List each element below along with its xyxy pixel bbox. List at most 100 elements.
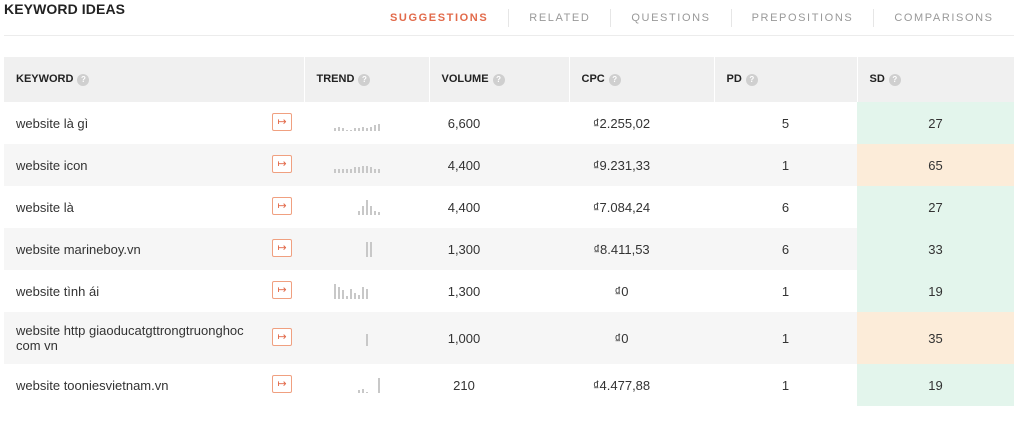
trend-bar [350, 256, 352, 257]
help-icon[interactable]: ? [77, 73, 90, 86]
sd-cell: 27 [857, 186, 1014, 228]
goto-arrow-icon[interactable]: ↦ [272, 113, 292, 131]
pd-cell: 5 [781, 115, 790, 131]
help-icon[interactable]: ? [492, 73, 505, 86]
goto-arrow-icon[interactable]: ↦ [272, 197, 292, 215]
keyword-table: KEYWORD? TREND? VOLUME? CPC? PD? SD? web… [4, 57, 1015, 406]
tab-comparisons[interactable]: COMPARISONS [873, 9, 1013, 27]
pd-cell: 1 [781, 330, 790, 346]
tab-questions[interactable]: QUESTIONS [610, 9, 730, 27]
help-icon[interactable]: ? [608, 73, 621, 86]
trend-bar [346, 392, 348, 393]
trend-bar [354, 128, 356, 131]
help-icon[interactable]: ? [888, 73, 901, 86]
trend-bar [342, 256, 344, 257]
trend-bar [374, 125, 376, 131]
trend-cell [304, 364, 429, 406]
sd-cell: 19 [857, 364, 1014, 406]
cpc-cell: ₫4.477,88 [592, 377, 651, 393]
trend-bar [350, 345, 352, 346]
trend-bar [342, 128, 344, 131]
trend-bar [370, 206, 372, 215]
keyword-link[interactable]: website là gì [16, 116, 266, 131]
trend-bar [366, 165, 368, 173]
sd-cell: 19 [857, 270, 1014, 312]
tab-related[interactable]: RELATED [508, 9, 610, 27]
volume-cell: 4,400 [447, 199, 481, 215]
column-volume[interactable]: VOLUME? [429, 57, 570, 102]
trend-cell [304, 228, 429, 270]
trend-bar [358, 210, 360, 215]
keyword-cell: website tình ái ↦ [4, 270, 304, 312]
trend-bar [334, 284, 336, 299]
volume-cell: 4,400 [447, 157, 481, 173]
goto-arrow-icon[interactable]: ↦ [272, 281, 292, 299]
keyword-cell: website marineboy.vn ↦ [4, 228, 304, 270]
trend-bar [338, 256, 340, 257]
trend-bar [338, 345, 340, 346]
trend-cell [304, 102, 429, 144]
trend-sparkline [334, 115, 429, 131]
trend-bar [338, 214, 340, 215]
trend-bar [346, 129, 348, 131]
trend-bar [374, 256, 376, 257]
page-title: KEYWORD IDEAS [4, 1, 126, 17]
trend-bar [362, 165, 364, 173]
trend-bar [354, 293, 356, 299]
trend-bar [362, 345, 364, 346]
keyword-link[interactable]: website icon [16, 158, 266, 173]
trend-bar [346, 256, 348, 257]
trend-sparkline [334, 330, 429, 346]
keyword-link[interactable]: website tình ái [16, 284, 266, 299]
column-keyword[interactable]: KEYWORD? [4, 57, 305, 102]
cpc-cell: ₫9.231,33 [592, 157, 651, 173]
trend-bar [346, 168, 348, 173]
keyword-cell: website là ↦ [4, 186, 304, 228]
trend-bar [350, 214, 352, 215]
goto-arrow-icon[interactable]: ↦ [272, 375, 292, 393]
trend-sparkline [334, 241, 429, 257]
help-icon[interactable]: ? [358, 73, 371, 86]
trend-bar [358, 390, 360, 393]
volume-cell: 1,300 [447, 241, 481, 257]
trend-bar [366, 334, 368, 346]
goto-arrow-icon[interactable]: ↦ [272, 155, 292, 173]
trend-bar [370, 298, 372, 299]
trend-bar [342, 392, 344, 393]
sd-cell: 27 [857, 102, 1014, 144]
cpc-cell: ₫2.255,02 [592, 115, 651, 131]
goto-arrow-icon[interactable]: ↦ [272, 239, 292, 257]
tab-prepositions[interactable]: PREPOSITIONS [730, 9, 874, 27]
keyword-link[interactable]: website là [16, 200, 266, 215]
keyword-tabs: SUGGESTIONS RELATED QUESTIONS PREPOSITIO… [370, 9, 1014, 27]
pd-cell: 6 [781, 199, 790, 215]
trend-bar [334, 256, 336, 257]
trend-bar [370, 167, 372, 173]
trend-bar [358, 256, 360, 257]
keyword-cell: website http giaoducatgttrongtruonghoc c… [4, 312, 304, 364]
trend-bar [378, 168, 380, 173]
trend-bar [354, 345, 356, 346]
keyword-link[interactable]: website marineboy.vn [16, 242, 266, 257]
trend-bar [378, 123, 380, 131]
goto-arrow-icon[interactable]: ↦ [272, 328, 292, 346]
volume-cell: 1,300 [447, 283, 481, 299]
help-icon[interactable]: ? [745, 73, 758, 86]
cpc-cell: ₫8.411,53 [593, 241, 650, 257]
cpc-cell: ₫0 [614, 330, 629, 346]
trend-bar [338, 168, 340, 173]
column-trend[interactable]: TREND? [304, 57, 430, 102]
trend-bar [338, 126, 340, 131]
column-sd[interactable]: SD? [857, 57, 1015, 102]
trend-bar [334, 128, 336, 131]
trend-bar [358, 294, 360, 299]
trend-bar [334, 392, 336, 393]
pd-cell: 1 [781, 157, 790, 173]
trend-cell [304, 312, 429, 364]
column-pd[interactable]: PD? [714, 57, 858, 102]
column-cpc[interactable]: CPC? [569, 57, 715, 102]
keyword-link[interactable]: website tooniesvietnam.vn [16, 378, 266, 393]
tab-suggestions[interactable]: SUGGESTIONS [370, 9, 508, 27]
trend-bar [346, 296, 348, 299]
keyword-link[interactable]: website http giaoducatgttrongtruonghoc c… [16, 323, 266, 353]
